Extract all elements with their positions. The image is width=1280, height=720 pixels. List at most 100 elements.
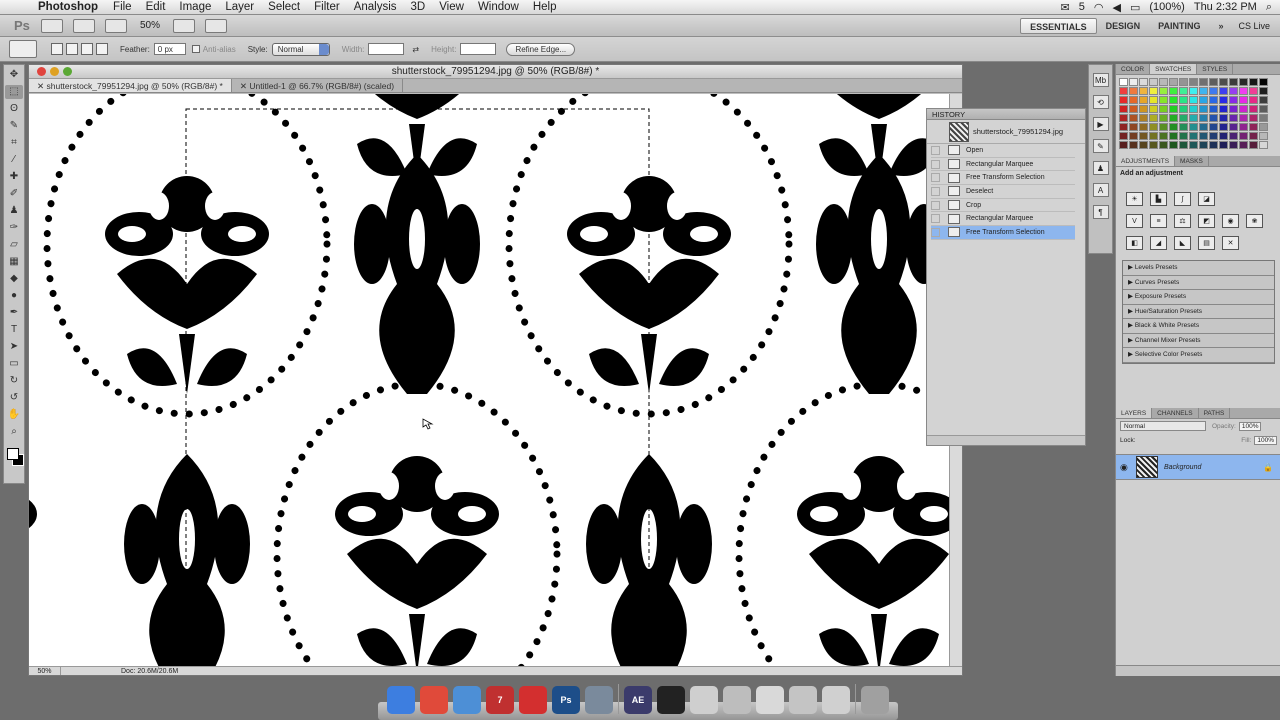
swatch[interactable] — [1169, 105, 1178, 113]
swatch[interactable] — [1239, 87, 1248, 95]
history-step[interactable]: Open — [931, 144, 1075, 158]
new-selection-icon[interactable] — [51, 43, 63, 55]
threshold-icon[interactable]: ◣ — [1174, 236, 1191, 250]
move-tool-icon[interactable]: ✥ — [5, 68, 23, 82]
menu-file[interactable]: File — [113, 1, 132, 13]
menu-layer[interactable]: Layer — [225, 1, 254, 13]
style-select[interactable]: Normal — [271, 42, 330, 56]
swatch[interactable] — [1249, 78, 1258, 86]
swatch[interactable] — [1209, 141, 1218, 149]
pen-tool-icon[interactable]: ✒ — [5, 306, 23, 320]
swatch[interactable] — [1229, 114, 1238, 122]
dock-trash-icon[interactable] — [861, 686, 889, 714]
tab-shutterstock[interactable]: ✕ shutterstock_79951294.jpg @ 50% (RGB/8… — [29, 79, 232, 92]
curves-icon[interactable]: ∫ — [1174, 192, 1191, 206]
blend-mode-select[interactable]: Normal — [1120, 421, 1206, 431]
swatch[interactable] — [1139, 132, 1148, 140]
status-zoom[interactable]: 50% — [29, 667, 61, 675]
wifi-icon[interactable]: ◠ — [1094, 1, 1104, 14]
history-source-checkbox[interactable] — [931, 145, 940, 155]
swatch[interactable] — [1209, 87, 1218, 95]
blur-tool-icon[interactable]: ◆ — [5, 272, 23, 286]
canvas[interactable] — [29, 94, 950, 667]
history-snapshot[interactable]: shutterstock_79951294.jpg — [927, 120, 1085, 144]
clone-source-icon[interactable]: ♟ — [1092, 161, 1109, 175]
history-step[interactable]: Rectangular Marquee — [931, 158, 1075, 172]
swatch[interactable] — [1169, 96, 1178, 104]
history-source-checkbox[interactable] — [931, 186, 940, 196]
swatch[interactable] — [1139, 123, 1148, 131]
swatch[interactable] — [1179, 114, 1188, 122]
history-source-checkbox[interactable] — [931, 173, 940, 183]
quick-selection-tool-icon[interactable]: ✎ — [5, 119, 23, 133]
swatch[interactable] — [1129, 105, 1138, 113]
swatch[interactable] — [1119, 96, 1128, 104]
antialias-checkbox[interactable] — [191, 45, 200, 53]
swatch[interactable] — [1229, 141, 1238, 149]
swatch[interactable] — [1189, 87, 1198, 95]
swatch[interactable] — [1179, 96, 1188, 104]
swatch[interactable] — [1209, 78, 1218, 86]
intersect-selection-icon[interactable] — [96, 43, 108, 55]
tab-color[interactable]: COLOR — [1116, 64, 1151, 74]
exposure-icon[interactable]: ◪ — [1198, 192, 1215, 206]
swap-icon[interactable]: ⇄ — [412, 45, 419, 54]
swatch[interactable] — [1189, 141, 1198, 149]
history-icon[interactable]: ⟲ — [1092, 95, 1109, 109]
swatch[interactable] — [1149, 105, 1158, 113]
history-step[interactable]: Free Transform Selection — [931, 171, 1075, 186]
tab-layers[interactable]: LAYERS — [1116, 408, 1153, 418]
swatch[interactable] — [1139, 105, 1148, 113]
history-brush-tool-icon[interactable]: ✑ — [5, 221, 23, 235]
swatch[interactable] — [1259, 114, 1268, 122]
swatch[interactable] — [1199, 141, 1208, 149]
type-tool-icon[interactable]: T — [5, 323, 23, 337]
swatches-grid[interactable] — [1116, 75, 1280, 156]
dock-photoshop-icon[interactable]: Ps — [552, 686, 580, 714]
color-balance-icon[interactable]: ⚖ — [1174, 214, 1191, 228]
view-extras-icon[interactable] — [105, 18, 127, 33]
history-step-active[interactable]: Free Transform Selection — [931, 226, 1075, 240]
swatch[interactable] — [1209, 123, 1218, 131]
dock-aftereffects-icon[interactable]: AE — [624, 686, 652, 714]
layer-row-background[interactable]: ◉ Background 🔒 — [1116, 454, 1280, 480]
dock-ical-icon[interactable]: 7 — [486, 686, 514, 714]
clock[interactable]: Thu 2:32 PM — [1194, 1, 1257, 13]
notification-icon[interactable]: ✉ — [1061, 1, 1070, 14]
cs-live-button[interactable]: CS Live — [1238, 21, 1270, 31]
shape-tool-icon[interactable]: ▭ — [5, 357, 23, 371]
swatch[interactable] — [1219, 123, 1228, 131]
mini-bridge-icon[interactable]: Mb — [1092, 73, 1109, 87]
opacity-input[interactable]: 100% — [1238, 421, 1262, 431]
spotlight-icon[interactable]: ⌕ — [1266, 1, 1272, 14]
document-titlebar[interactable]: shutterstock_79951294.jpg @ 50% (RGB/8#)… — [29, 65, 962, 79]
lasso-tool-icon[interactable]: ʘ — [5, 102, 23, 116]
swatch[interactable] — [1249, 132, 1258, 140]
healing-brush-tool-icon[interactable]: ✚ — [5, 170, 23, 184]
tab-styles[interactable]: STYLES — [1197, 64, 1234, 74]
swatch[interactable] — [1199, 123, 1208, 131]
preset-black-white[interactable]: ▶ Black & White Presets — [1123, 319, 1274, 334]
tab-adjustments[interactable]: ADJUSTMENTS — [1116, 156, 1176, 166]
swatch[interactable] — [1159, 78, 1168, 86]
swatch[interactable] — [1139, 96, 1148, 104]
menu-edit[interactable]: Edit — [146, 1, 166, 13]
dock-lastfm-icon[interactable] — [519, 686, 547, 714]
dock-window2-icon[interactable] — [723, 686, 751, 714]
zoom-level[interactable]: 50% — [140, 20, 160, 31]
dock-chrome-icon[interactable] — [420, 686, 448, 714]
swatch[interactable] — [1129, 87, 1138, 95]
marquee-tool-icon[interactable]: ⬚ — [5, 85, 23, 99]
swatch[interactable] — [1219, 87, 1228, 95]
swatch[interactable] — [1259, 123, 1268, 131]
battery-icon[interactable]: ▭ — [1130, 1, 1140, 14]
dock-itunes-icon[interactable] — [453, 686, 481, 714]
menu-analysis[interactable]: Analysis — [354, 1, 397, 13]
swatch[interactable] — [1199, 96, 1208, 104]
swatch[interactable] — [1229, 123, 1238, 131]
workspace-design[interactable]: DESIGN — [1097, 18, 1150, 34]
bridge-icon[interactable] — [41, 18, 63, 33]
zoom-window-icon[interactable] — [63, 67, 72, 76]
swatch[interactable] — [1149, 141, 1158, 149]
preset-exposure[interactable]: ▶ Exposure Presets — [1123, 290, 1274, 305]
